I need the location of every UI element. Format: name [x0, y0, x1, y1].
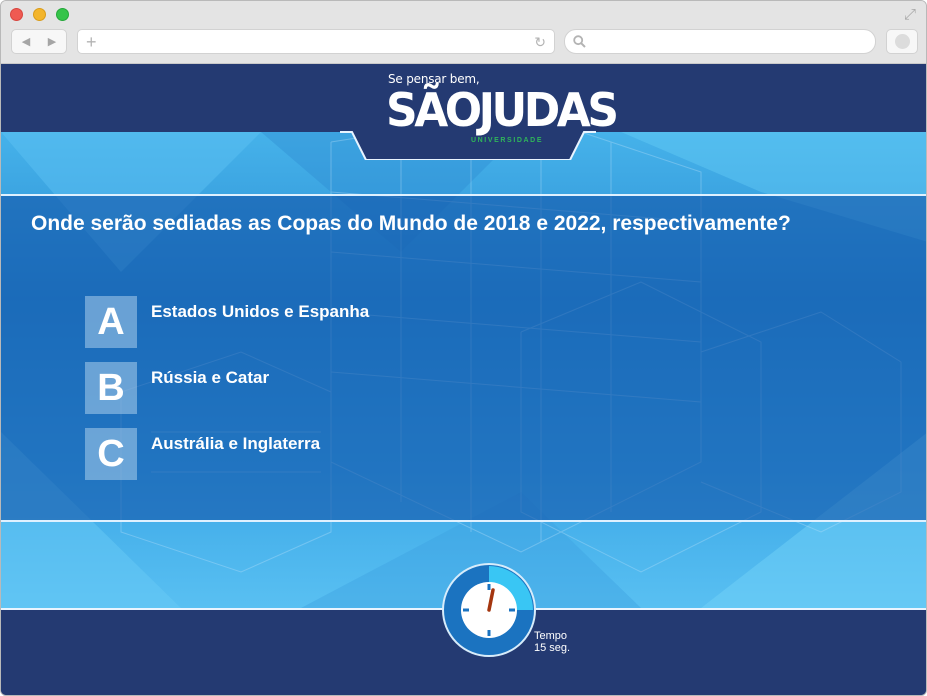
timer-value: 15 seg. [534, 642, 571, 654]
search-icon [573, 35, 586, 48]
timer-caption: Tempo [534, 630, 568, 642]
timer-label: Tempo 15 seg. [534, 630, 570, 654]
minimize-window-button[interactable] [33, 8, 46, 21]
extension-icon [895, 34, 910, 49]
brand-logo[interactable]: SÃOJUDAS [386, 86, 619, 135]
answer-option-a[interactable]: A Estados Unidos e Espanha [85, 296, 485, 348]
quiz-page: Se pensar bem, SÃOJUDAS UNIVERSIDADE Ond… [1, 64, 926, 695]
browser-window: ⤢ ◀ ▶ + ↻ Se pensar bem, SÃOJUDAS UNIVER… [0, 0, 927, 696]
option-text[interactable]: Estados Unidos e Espanha [151, 302, 369, 322]
answer-option-b[interactable]: B Rússia e Catar [85, 362, 485, 414]
brand-subtitle: UNIVERSIDADE [471, 137, 544, 144]
forward-arrow-icon[interactable]: ▶ [42, 35, 62, 49]
history-navigation: ◀ ▶ [11, 29, 67, 54]
option-letter[interactable]: B [85, 362, 137, 414]
extension-button[interactable] [886, 29, 918, 54]
zoom-window-button[interactable] [56, 8, 69, 21]
option-text[interactable]: Austrália e Inglaterra [151, 434, 320, 454]
countdown-timer [442, 563, 536, 657]
answer-option-c[interactable]: C Austrália e Inglaterra [85, 428, 485, 480]
new-tab-icon[interactable]: + [86, 32, 97, 52]
question-text: Onde serão sediadas as Copas do Mundo de… [31, 212, 791, 235]
option-text[interactable]: Rússia e Catar [151, 368, 269, 388]
back-arrow-icon[interactable]: ◀ [16, 35, 36, 49]
close-window-button[interactable] [10, 8, 23, 21]
browser-toolbar: ⤢ ◀ ▶ + ↻ [1, 1, 926, 64]
search-input[interactable] [564, 29, 876, 54]
option-letter[interactable]: C [85, 428, 137, 480]
fullscreen-icon[interactable]: ⤢ [902, 7, 918, 23]
reload-icon[interactable]: ↻ [534, 33, 546, 51]
option-letter[interactable]: A [85, 296, 137, 348]
address-bar[interactable]: + ↻ [77, 29, 555, 54]
